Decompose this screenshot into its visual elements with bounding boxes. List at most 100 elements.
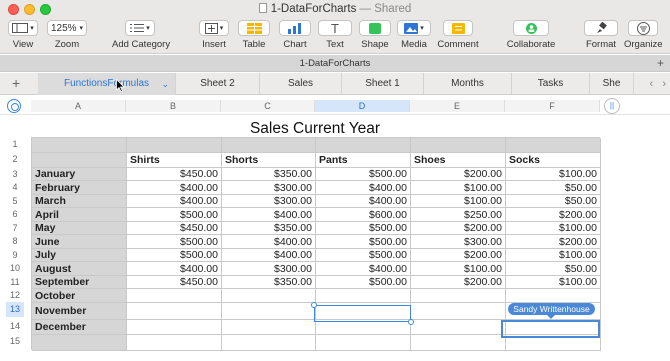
table-cell[interactable]: $500.00	[316, 276, 411, 289]
add-tab-plus-icon[interactable]: +	[657, 56, 664, 70]
table-cell[interactable]	[127, 335, 222, 351]
table-cell[interactable]: $500.00	[127, 249, 222, 262]
table-cell[interactable]	[506, 138, 601, 153]
tab-sales[interactable]: Sales	[260, 73, 342, 95]
chart-button[interactable]: Chart	[279, 20, 311, 50]
table-cell[interactable]: $400.00	[222, 208, 316, 222]
table-cell[interactable]	[127, 320, 222, 335]
view-button[interactable]: ▾ View	[8, 20, 38, 50]
table-cell[interactable]: $600.00	[316, 208, 411, 222]
row-header-cell[interactable]	[32, 335, 127, 351]
table-cell[interactable]: $50.00	[506, 262, 601, 276]
table-cell[interactable]: $100.00	[411, 262, 506, 276]
table-cell[interactable]: $50.00	[506, 195, 601, 208]
chevron-down-icon[interactable]: ⌄	[161, 73, 169, 95]
table-cell[interactable]: $350.00	[222, 222, 316, 235]
row-header-cell[interactable]: May	[32, 222, 127, 235]
table-cell[interactable]: $450.00	[127, 168, 222, 181]
column-header-cell[interactable]: Socks	[506, 153, 601, 168]
add-sheet-icon[interactable]: +	[12, 75, 20, 91]
row-header-cell[interactable]	[32, 138, 127, 153]
column-header-f[interactable]: F	[505, 100, 600, 112]
row-number[interactable]: 4	[6, 180, 24, 195]
text-button[interactable]: T Text	[318, 20, 352, 50]
row-header-cell[interactable]: July	[32, 249, 127, 262]
table-cell[interactable]	[127, 303, 222, 320]
tab-functionsformulas[interactable]: FunctionsFormulas ⌄	[38, 73, 176, 95]
tab-scroll-arrows[interactable]: ‹ ›	[649, 73, 666, 95]
media-button[interactable]: ▾ Media	[397, 20, 431, 50]
table-cell[interactable]: $300.00	[222, 195, 316, 208]
table-cell[interactable]: $250.00	[411, 208, 506, 222]
row-header-cell[interactable]	[32, 153, 127, 168]
table-cell[interactable]	[127, 138, 222, 153]
table-cell[interactable]: $400.00	[222, 235, 316, 249]
table-cell[interactable]: $500.00	[316, 249, 411, 262]
table-cell[interactable]: $500.00	[316, 168, 411, 181]
shape-button[interactable]: Shape	[359, 20, 391, 50]
column-header-cell[interactable]: Pants	[316, 153, 411, 168]
row-number[interactable]: 14	[6, 319, 24, 334]
zoom-control[interactable]: 125% ▾ Zoom	[47, 20, 87, 50]
row-number[interactable]: 13	[6, 302, 24, 317]
table-cell[interactable]: $100.00	[506, 168, 601, 181]
table-cell[interactable]	[411, 303, 506, 320]
table-cell[interactable]	[222, 138, 316, 153]
row-header-cell[interactable]: August	[32, 262, 127, 276]
column-header-d[interactable]: D	[315, 100, 410, 112]
table-cell[interactable]: $300.00	[411, 235, 506, 249]
table-cell[interactable]: $200.00	[506, 235, 601, 249]
table-cell[interactable]: $100.00	[506, 249, 601, 262]
table-cell[interactable]: $200.00	[506, 208, 601, 222]
table-button[interactable]: Table	[238, 20, 270, 50]
table-cell[interactable]: $200.00	[411, 222, 506, 235]
collaborate-button[interactable]: Collaborate	[504, 20, 558, 50]
column-header-cell[interactable]: Shirts	[127, 153, 222, 168]
format-button[interactable]: Format	[584, 20, 618, 50]
row-header-cell[interactable]: November	[32, 303, 127, 320]
row-number[interactable]: 1	[6, 137, 24, 152]
row-number[interactable]: 10	[6, 261, 24, 276]
table-cell[interactable]: $300.00	[222, 262, 316, 276]
table-cell[interactable]: $400.00	[316, 181, 411, 195]
row-number[interactable]: 6	[6, 207, 24, 222]
table-cell[interactable]: $100.00	[506, 276, 601, 289]
table-cell[interactable]	[411, 289, 506, 303]
chevron-left-icon[interactable]: ‹	[649, 78, 653, 90]
table-cell[interactable]: $100.00	[506, 222, 601, 235]
table-cell[interactable]: $50.00	[506, 181, 601, 195]
table-cell[interactable]	[411, 335, 506, 351]
tab-sheet-1[interactable]: Sheet 1	[342, 73, 424, 95]
table-cell[interactable]	[316, 289, 411, 303]
row-header-cell[interactable]: September	[32, 276, 127, 289]
table-cell[interactable]: $200.00	[411, 276, 506, 289]
table-cell[interactable]: $450.00	[127, 222, 222, 235]
row-header-cell[interactable]: October	[32, 289, 127, 303]
table-cell[interactable]	[222, 335, 316, 351]
table-cell[interactable]: $350.00	[222, 276, 316, 289]
comment-button[interactable]: Comment	[437, 20, 479, 50]
table-cell[interactable]	[411, 320, 506, 335]
row-number[interactable]: 8	[6, 234, 24, 249]
add-category-button[interactable]: ▾ Add Category	[112, 20, 170, 50]
tab-she[interactable]: She	[590, 73, 634, 95]
table-cell[interactable]	[316, 138, 411, 153]
table-cell[interactable]: $100.00	[411, 195, 506, 208]
table-cell[interactable]: $500.00	[127, 208, 222, 222]
table-cell[interactable]: $500.00	[316, 222, 411, 235]
column-header-cell[interactable]: Shoes	[411, 153, 506, 168]
insert-button[interactable]: ▾ Insert	[199, 20, 229, 50]
row-header-cell[interactable]: February	[32, 181, 127, 195]
table-cell[interactable]: $450.00	[127, 276, 222, 289]
organize-button[interactable]: Organize	[624, 20, 663, 50]
selected-cell[interactable]	[314, 305, 411, 322]
table-cell[interactable]: $400.00	[127, 195, 222, 208]
table-cell[interactable]: $400.00	[127, 181, 222, 195]
table-cell[interactable]: $300.00	[222, 181, 316, 195]
chevron-right-icon[interactable]: ›	[662, 78, 666, 90]
table-cell[interactable]	[127, 289, 222, 303]
table-cell[interactable]: $400.00	[222, 249, 316, 262]
table-cell[interactable]: $500.00	[127, 235, 222, 249]
row-header-cell[interactable]: June	[32, 235, 127, 249]
row-number[interactable]: 15	[6, 334, 24, 349]
